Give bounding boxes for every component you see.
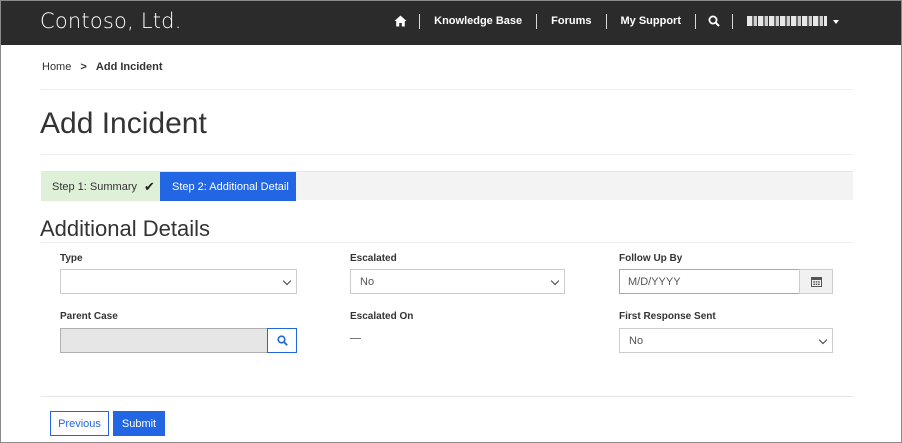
first-response-sent-select[interactable]: No	[619, 328, 833, 353]
caret-down-icon	[833, 20, 839, 24]
breadcrumb-separator: >	[80, 61, 87, 73]
step-summary[interactable]: Step 1: Summary ✔	[41, 172, 160, 201]
divider	[41, 242, 853, 243]
escalated-select[interactable]: No	[350, 269, 565, 294]
escalated-label: Escalated	[350, 253, 397, 264]
search-icon	[276, 335, 288, 346]
escalated-on-empty-value	[350, 338, 361, 339]
breadcrumb-current: Add Incident	[95, 61, 163, 73]
nav-knowledge-base[interactable]: Knowledge Base	[420, 1, 536, 41]
follow-up-by-input[interactable]: M/D/YYYY	[619, 269, 800, 294]
section-title: Additional Details	[40, 216, 210, 241]
user-menu[interactable]	[733, 1, 853, 41]
submit-button[interactable]: Submit	[113, 411, 165, 436]
home-icon	[394, 15, 407, 27]
follow-up-by-label: Follow Up By	[619, 253, 683, 264]
main-nav: Knowledge Base Forums My Support	[382, 1, 853, 41]
previous-button[interactable]: Previous	[50, 411, 109, 436]
escalated-on-label: Escalated On	[350, 311, 414, 322]
first-response-sent-value: No	[629, 334, 644, 347]
calendar-icon	[810, 277, 822, 287]
nav-home[interactable]	[382, 1, 419, 41]
divider	[41, 396, 853, 397]
page-title: Add Incident	[40, 107, 207, 140]
chevron-down-icon	[282, 276, 292, 286]
nav-search[interactable]	[696, 1, 732, 41]
parent-case-input[interactable]	[60, 328, 268, 353]
top-navigation-bar: Contoso, Ltd. Knowledge Base Forums My S…	[1, 1, 901, 45]
page-frame: Contoso, Ltd. Knowledge Base Forums My S…	[0, 0, 902, 443]
escalated-select-value: No	[360, 275, 375, 288]
checkmark-icon: ✔	[143, 178, 155, 194]
type-label: Type	[60, 253, 83, 264]
calendar-button[interactable]	[799, 269, 833, 294]
nav-forums[interactable]: Forums	[537, 1, 605, 41]
step-additional-detail[interactable]: Step 2: Additional Detail	[160, 172, 296, 201]
parent-case-label: Parent Case	[60, 311, 118, 322]
divider	[41, 89, 853, 90]
divider	[41, 154, 853, 155]
search-icon	[708, 15, 720, 27]
nav-my-support[interactable]: My Support	[607, 1, 696, 41]
chevron-down-icon	[550, 276, 560, 286]
breadcrumb: Home > Add Incident	[42, 61, 163, 73]
follow-up-by-placeholder: M/D/YYYY	[628, 275, 681, 288]
step-additional-detail-label: Step 2: Additional Detail	[172, 180, 289, 193]
chevron-down-icon	[818, 335, 828, 345]
parent-case-lookup-button[interactable]	[267, 328, 297, 353]
first-response-sent-label: First Response Sent	[619, 311, 716, 322]
user-name-redacted	[747, 16, 827, 26]
type-select[interactable]	[60, 269, 297, 294]
step-summary-label: Step 1: Summary	[52, 180, 137, 193]
brand-logo[interactable]: Contoso, Ltd.	[40, 9, 182, 33]
breadcrumb-home[interactable]: Home	[42, 61, 71, 73]
progress-steps: Step 1: Summary ✔ Step 2: Additional Det…	[41, 171, 853, 201]
